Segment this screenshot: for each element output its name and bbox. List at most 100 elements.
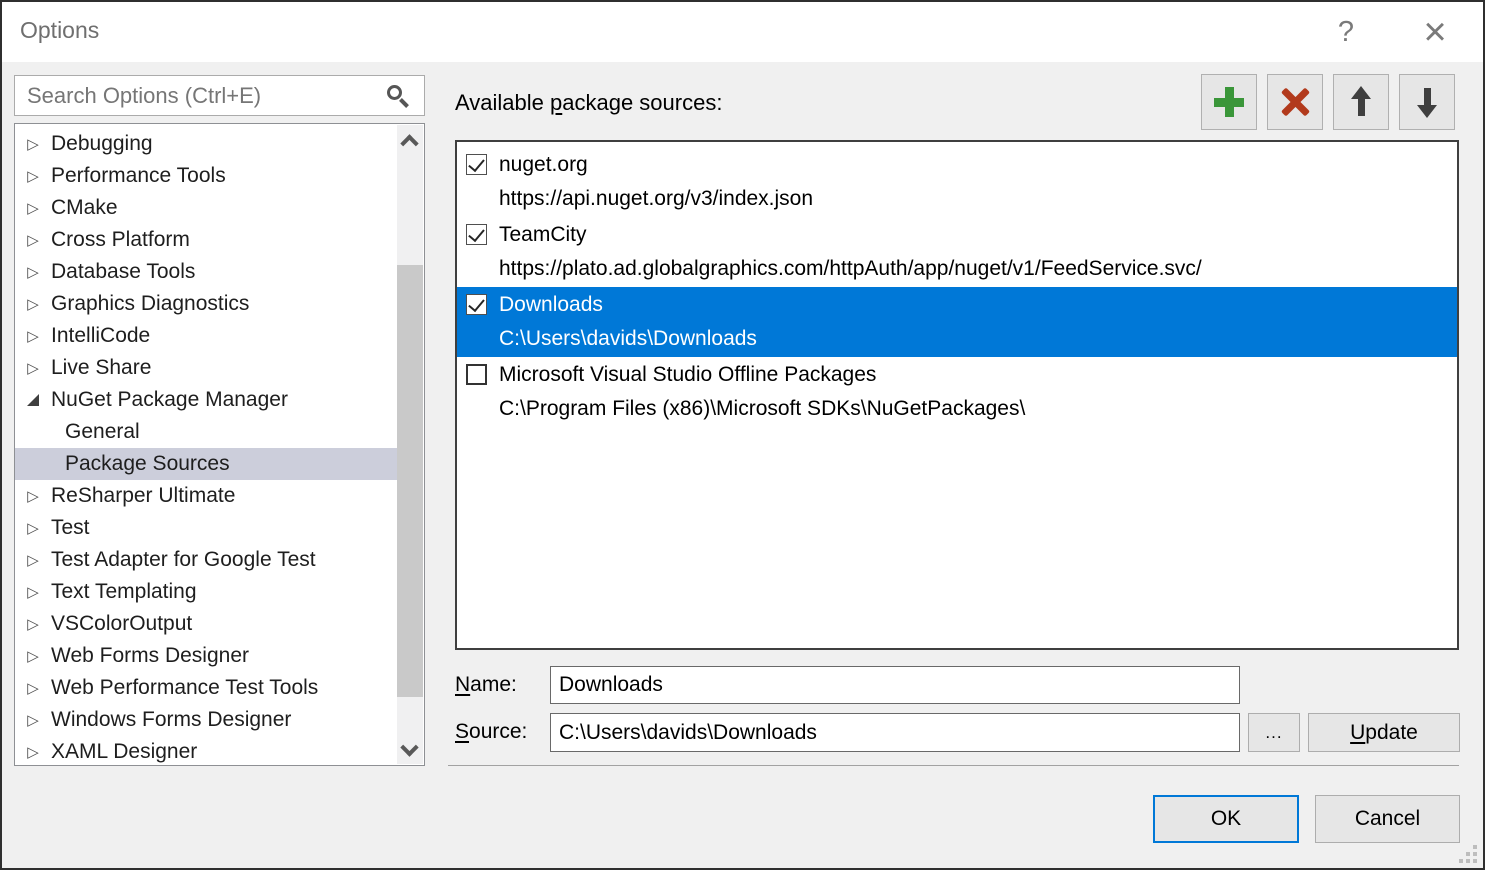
source-url: C:\Users\davids\Downloads: [457, 322, 1457, 355]
resize-grip-icon[interactable]: [1459, 845, 1477, 863]
source-checkbox[interactable]: [466, 224, 487, 245]
update-button[interactable]: Update: [1308, 713, 1460, 752]
expander-icon[interactable]: [25, 743, 41, 761]
tree-item-label: Cross Platform: [51, 228, 190, 252]
expander-icon[interactable]: [25, 263, 41, 281]
source-name: TeamCity: [499, 223, 587, 247]
tree-item-debugging[interactable]: Debugging: [15, 128, 397, 160]
source-item-ms-offline-packages[interactable]: Microsoft Visual Studio Offline Packages…: [457, 357, 1457, 427]
tree-item-label: Debugging: [51, 132, 153, 156]
source-item-nuget-org[interactable]: nuget.org https://api.nuget.org/v3/index…: [457, 147, 1457, 217]
tree-item-label: VSColorOutput: [51, 612, 192, 636]
tree-item-test[interactable]: Test: [15, 512, 397, 544]
available-sources-label: Available package sources:: [455, 90, 722, 116]
tree-item-label: Windows Forms Designer: [51, 708, 291, 732]
package-sources-list: nuget.org https://api.nuget.org/v3/index…: [455, 140, 1459, 650]
tree-item-resharper-ultimate[interactable]: ReSharper Ultimate: [15, 480, 397, 512]
dialog-body: Search Options (Ctrl+E) Debugging Perfor…: [2, 62, 1483, 868]
tree-item-label: Test Adapter for Google Test: [51, 548, 316, 572]
tree-item-graphics-diagnostics[interactable]: Graphics Diagnostics: [15, 288, 397, 320]
tree-item-label: Package Sources: [65, 452, 230, 476]
source-name: Downloads: [499, 293, 603, 317]
name-label: Name:: [455, 673, 517, 697]
expander-icon[interactable]: [25, 551, 41, 569]
tree-item-label: ReSharper Ultimate: [51, 484, 235, 508]
scroll-up-icon[interactable]: [400, 134, 418, 152]
tree-item-xaml-designer[interactable]: XAML Designer: [15, 736, 397, 766]
source-url: C:\Program Files (x86)\Microsoft SDKs\Nu…: [457, 392, 1457, 425]
search-placeholder: Search Options (Ctrl+E): [27, 83, 261, 109]
expander-icon[interactable]: [25, 394, 41, 406]
help-button[interactable]: ?: [1318, 2, 1374, 62]
tree-item-windows-forms-designer[interactable]: Windows Forms Designer: [15, 704, 397, 736]
tree-scrollbar[interactable]: [397, 125, 423, 764]
expander-icon[interactable]: [25, 135, 41, 153]
expander-icon[interactable]: [25, 327, 41, 345]
tree-item-general[interactable]: General: [15, 416, 397, 448]
search-input[interactable]: Search Options (Ctrl+E): [14, 75, 425, 116]
browse-button[interactable]: ...: [1248, 713, 1300, 752]
source-name: nuget.org: [499, 153, 588, 177]
dialog-title: Options: [20, 17, 99, 44]
expander-icon[interactable]: [25, 199, 41, 217]
tree-item-package-sources[interactable]: Package Sources: [15, 448, 397, 480]
tree-item-intellicode[interactable]: IntelliCode: [15, 320, 397, 352]
source-url: https://api.nuget.org/v3/index.json: [457, 182, 1457, 215]
source-checkbox[interactable]: [466, 154, 487, 175]
expander-icon[interactable]: [25, 487, 41, 505]
tree-item-cmake[interactable]: CMake: [15, 192, 397, 224]
scrollbar-thumb[interactable]: [397, 265, 423, 697]
tree-item-label: CMake: [51, 196, 118, 220]
tree-item-test-adapter-google-test[interactable]: Test Adapter for Google Test: [15, 544, 397, 576]
tree-item-web-forms-designer[interactable]: Web Forms Designer: [15, 640, 397, 672]
plus-icon: [1214, 87, 1244, 117]
remove-source-button[interactable]: [1267, 74, 1323, 130]
expander-icon[interactable]: [25, 711, 41, 729]
scroll-down-icon[interactable]: [400, 738, 418, 756]
tree-item-performance-tools[interactable]: Performance Tools: [15, 160, 397, 192]
tree-item-database-tools[interactable]: Database Tools: [15, 256, 397, 288]
source-item-teamcity[interactable]: TeamCity https://plato.ad.globalgraphics…: [457, 217, 1457, 287]
source-label: Source:: [455, 720, 527, 744]
arrow-up-icon: [1351, 86, 1371, 118]
source-url: https://plato.ad.globalgraphics.com/http…: [457, 252, 1457, 285]
tree-item-label: Live Share: [51, 356, 151, 380]
divider: [448, 765, 1459, 766]
expander-icon[interactable]: [25, 647, 41, 665]
help-icon: ?: [1338, 16, 1354, 49]
expander-icon[interactable]: [25, 359, 41, 377]
expander-icon[interactable]: [25, 615, 41, 633]
move-down-button[interactable]: [1399, 74, 1455, 130]
close-button[interactable]: ×: [1402, 2, 1468, 62]
search-icon[interactable]: [387, 85, 402, 100]
expander-icon[interactable]: [25, 295, 41, 313]
close-icon: ×: [1423, 10, 1446, 55]
tree-item-nuget-package-manager[interactable]: NuGet Package Manager: [15, 384, 397, 416]
expander-icon[interactable]: [25, 679, 41, 697]
x-icon: [1279, 88, 1311, 116]
name-input[interactable]: Downloads: [550, 666, 1240, 704]
tree-item-live-share[interactable]: Live Share: [15, 352, 397, 384]
tree-item-web-performance-test-tools[interactable]: Web Performance Test Tools: [15, 672, 397, 704]
tree-item-label: IntelliCode: [51, 324, 150, 348]
expander-icon[interactable]: [25, 583, 41, 601]
tree-item-label: Performance Tools: [51, 164, 226, 188]
source-checkbox[interactable]: [466, 294, 487, 315]
tree-item-vscoloroutput[interactable]: VSColorOutput: [15, 608, 397, 640]
tree-item-text-templating[interactable]: Text Templating: [15, 576, 397, 608]
expander-icon[interactable]: [25, 167, 41, 185]
options-tree: Debugging Performance Tools CMake Cross …: [14, 123, 425, 766]
tree-item-label: Test: [51, 516, 90, 540]
arrow-down-icon: [1417, 86, 1437, 118]
tree-item-cross-platform[interactable]: Cross Platform: [15, 224, 397, 256]
source-input[interactable]: C:\Users\davids\Downloads: [550, 713, 1240, 752]
tree-item-label: XAML Designer: [51, 740, 197, 764]
add-source-button[interactable]: [1201, 74, 1257, 130]
expander-icon[interactable]: [25, 231, 41, 249]
source-item-downloads[interactable]: Downloads C:\Users\davids\Downloads: [457, 287, 1457, 357]
ok-button[interactable]: OK: [1153, 795, 1299, 843]
cancel-button[interactable]: Cancel: [1315, 795, 1460, 843]
expander-icon[interactable]: [25, 519, 41, 537]
source-checkbox[interactable]: [466, 364, 487, 385]
move-up-button[interactable]: [1333, 74, 1389, 130]
